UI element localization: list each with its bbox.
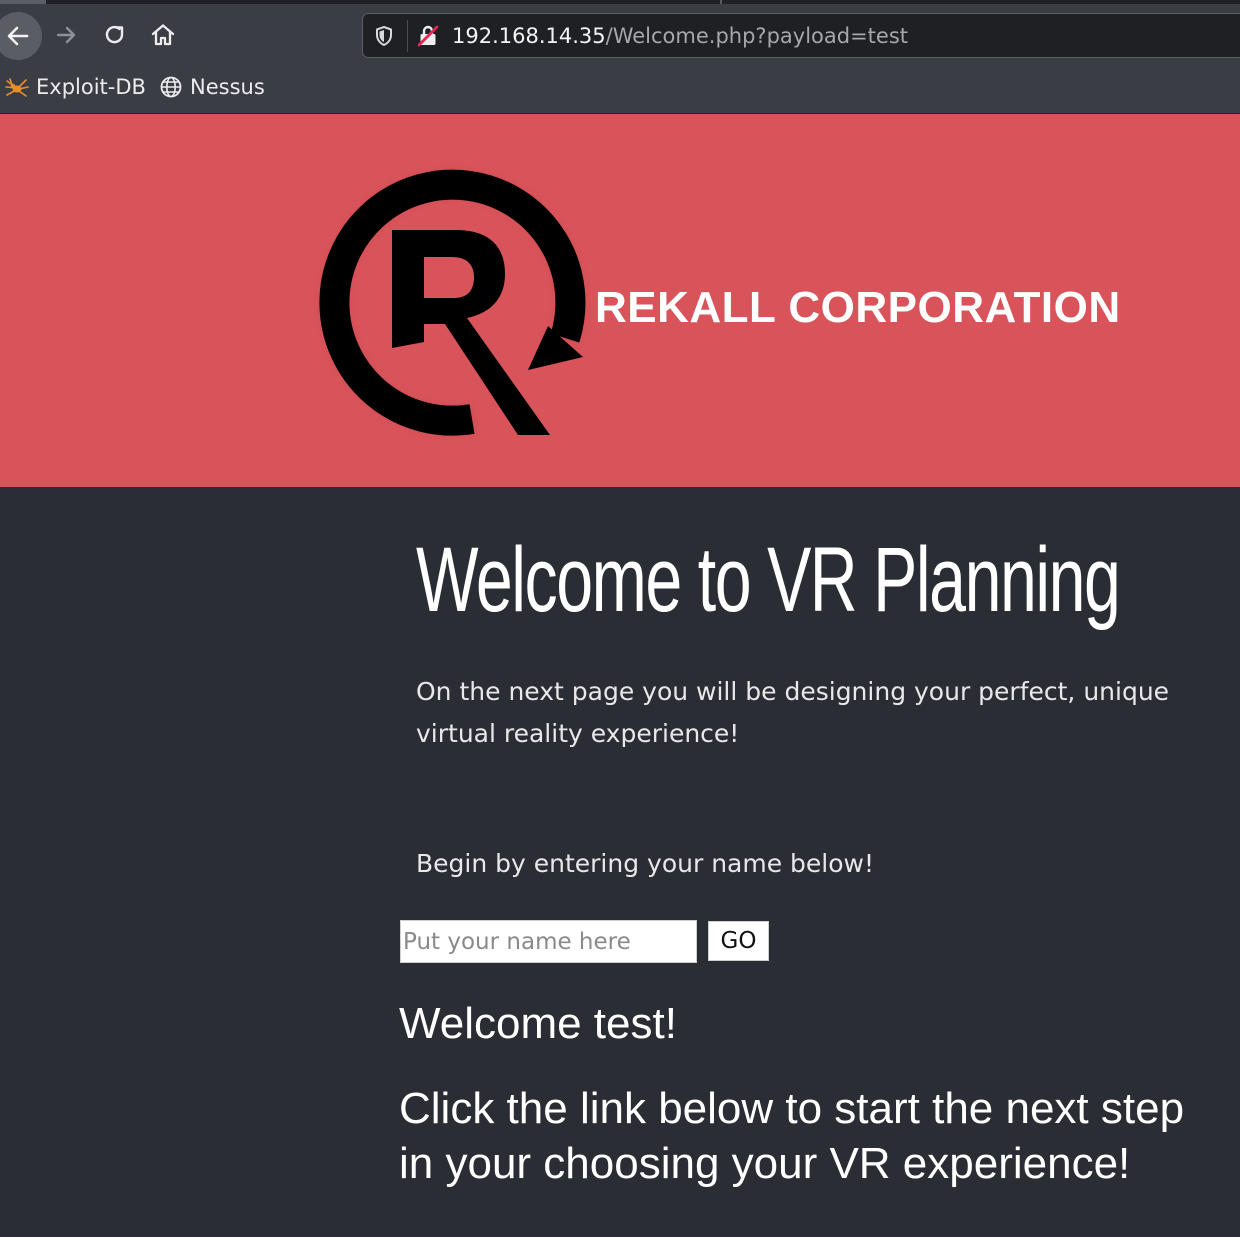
bookmark-exploit-db[interactable]: Exploit-DB — [4, 74, 146, 100]
tab-strip — [0, 0, 1240, 4]
bookmark-label: Exploit-DB — [36, 75, 146, 99]
instruction-text: Begin by entering your name below! — [416, 849, 875, 878]
forward-arrow-icon — [56, 26, 76, 44]
url-host: 192.168.14.35 — [452, 24, 606, 48]
bookmark-nessus[interactable]: Nessus — [158, 74, 265, 100]
forward-button[interactable] — [48, 16, 86, 54]
reload-icon — [105, 25, 124, 44]
intro-text: On the next page you will be designing y… — [416, 677, 1170, 748]
welcome-message: Welcome test! — [399, 999, 677, 1048]
spider-icon — [4, 74, 30, 100]
home-button[interactable] — [144, 16, 182, 54]
url-bar[interactable]: 192.168.14.35/Welcome.php?payload=test — [362, 13, 1240, 58]
name-input[interactable] — [400, 920, 697, 963]
tracking-shield-icon[interactable] — [371, 23, 397, 49]
next-step-text: Click the link below to start the next s… — [399, 1084, 1185, 1188]
bookmarks-bar: Exploit-DB Nessus — [0, 68, 1240, 108]
url-text[interactable]: 192.168.14.35/Welcome.php?payload=test — [452, 23, 908, 49]
insecure-lock-icon[interactable] — [415, 23, 441, 49]
go-button[interactable]: GO — [708, 921, 769, 961]
browser-toolbar: 192.168.14.35/Welcome.php?payload=test E… — [0, 0, 1240, 114]
back-arrow-icon — [7, 26, 29, 46]
active-tab-edge[interactable] — [0, 0, 46, 4]
page-title: Welcome to VR Planning — [416, 529, 1121, 631]
url-separator — [407, 20, 408, 52]
home-icon — [151, 24, 175, 46]
reload-button[interactable] — [96, 16, 134, 54]
url-path: /Welcome.php?payload=test — [605, 24, 908, 48]
main-content: Welcome to VR Planning On the next page … — [0, 487, 1240, 1237]
back-button[interactable] — [0, 12, 42, 60]
bookmark-label: Nessus — [190, 75, 265, 99]
company-name: REKALL CORPORATION — [595, 283, 1121, 332]
globe-icon — [158, 74, 184, 100]
tab-divider — [720, 0, 722, 4]
rekall-logo-icon — [319, 169, 586, 436]
site-header: REKALL CORPORATION — [0, 114, 1240, 487]
